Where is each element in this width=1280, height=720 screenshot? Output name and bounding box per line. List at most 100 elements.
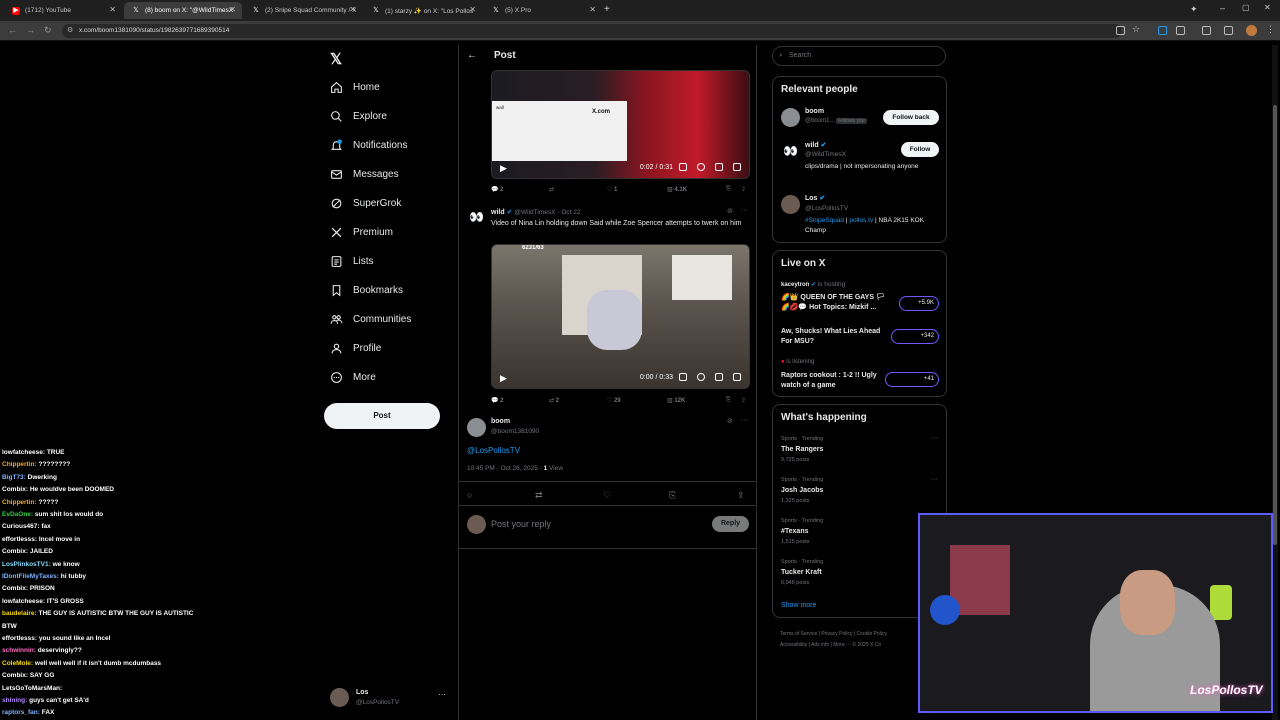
reply-icon[interactable]: ○ [467,490,472,500]
views-button[interactable]: ▥ 4.1K [667,186,687,193]
scrollbar-thumb[interactable] [1273,105,1277,545]
volume-icon[interactable] [679,163,687,171]
extension-icon[interactable] [1158,26,1167,35]
browser-tab[interactable]: 𝕏 (2) Snipe Squad Community / X ✕ [244,2,362,19]
close-icon[interactable]: ✕ [349,5,356,14]
hashtag-link[interactable]: #SnipeSquad [805,217,844,224]
site-info-icon[interactable]: ⚙ [67,24,73,38]
nav-item-explore[interactable]: Explore [330,106,387,126]
website-link[interactable]: pollos.tv [849,217,873,224]
nav-item-home[interactable]: Home [330,77,380,97]
bookmark-icon[interactable]: ⎘ [726,186,731,193]
grok-icon[interactable]: ⊘ [727,417,733,425]
nav-item-notifications[interactable]: Notifications [330,135,407,155]
chat-username[interactable]: IDontFileMyTaxes [2,573,57,580]
back-arrow-icon[interactable]: ← [8,25,17,35]
footer-link[interactable]: More ··· [833,642,851,648]
chat-username[interactable]: Curious467 [2,523,37,530]
video-player[interactable]: wall X.com ▶ 0:02 / 0:31 [491,70,750,179]
share-icon[interactable]: ⇪ [741,186,746,193]
person-name-row[interactable]: Los ✔ [805,194,825,202]
reply-author-name[interactable]: boom [491,418,510,425]
chat-username[interactable]: BigT73 [2,474,24,481]
chat-username[interactable]: schwinnin [2,647,34,654]
reply-button[interactable]: Reply [712,516,749,532]
chat-username[interactable]: Combix [2,672,26,679]
more-dots-icon[interactable]: ··· [741,207,748,214]
follow-button[interactable]: Follow [901,142,939,157]
pip-icon[interactable] [715,373,723,381]
video-player[interactable]: 6231/63 ▶ 0:00 / 0:33 [491,244,750,389]
settings-icon[interactable] [697,373,705,381]
footer-link[interactable]: Accessibility [780,642,807,648]
chat-username[interactable]: effortlesss [2,536,35,543]
forward-arrow-icon[interactable]: → [26,25,35,35]
chat-username[interactable]: shining [2,697,25,704]
chat-username[interactable]: ColeMole [2,660,31,667]
chat-username[interactable]: lowfatcheese [2,598,43,605]
sidepanel-icon[interactable] [1202,26,1211,35]
more-dots-icon[interactable]: ··· [931,435,938,442]
chat-username[interactable]: LosPlinkosTV1 [2,561,49,568]
window-close-button[interactable]: ✕ [1264,3,1271,12]
reply-composer-input[interactable]: Post your reply [491,519,551,529]
live-space-title[interactable]: 🌈👑 QUEEN OF THE GAYS 🏳 🌈💋💬 Hot Topics: M… [781,293,889,313]
bookmark-icon[interactable]: ⎘ [669,490,676,501]
star-icon[interactable]: ☆ [1132,24,1140,35]
cast-icon[interactable] [1116,26,1125,35]
settings-icon[interactable] [697,163,705,171]
chat-username[interactable]: Chippertin [2,461,35,468]
chat-username[interactable]: Combix [2,585,26,592]
footer-link[interactable]: Privacy Policy [821,631,852,637]
chat-username[interactable]: Combix [2,548,26,555]
quoted-author-name[interactable]: wild [491,209,505,216]
footer-link[interactable]: Terms of Service [780,631,817,637]
chat-username[interactable]: effortlesss [2,635,35,642]
nav-item-messages[interactable]: Messages [330,164,399,184]
reply-button[interactable]: 💬 2 [491,397,503,404]
avatar[interactable]: 👀 [781,142,800,161]
avatar[interactable] [781,108,800,127]
live-host[interactable]: kaceytron [781,282,809,288]
chat-username[interactable]: LetsGoToMarsMan [2,685,60,692]
live-space-title[interactable]: Raptors cookout : 1-2 !! Ugly watch of a… [781,371,889,391]
more-dots-icon[interactable]: ··· [741,417,748,424]
maximize-button[interactable]: ▢ [1242,3,1250,12]
share-icon[interactable]: ⇪ [737,490,745,501]
repost-icon[interactable]: ⇄ [549,186,554,193]
fullscreen-icon[interactable] [733,373,741,381]
nav-item-premium[interactable]: Premium [330,222,393,242]
nav-item-more[interactable]: More [330,367,376,387]
search-input[interactable]: ⌕ Search [772,46,946,66]
person-name[interactable]: boom [805,108,824,115]
footer-link[interactable]: Cookie Policy [857,631,887,637]
x-logo-icon[interactable]: 𝕏 [330,50,342,68]
play-icon[interactable]: ▶ [500,163,507,174]
minimize-button[interactable]: – [1220,3,1225,13]
close-icon[interactable]: ✕ [109,5,116,14]
download-icon[interactable] [1224,26,1233,35]
avatar[interactable] [467,418,486,437]
browser-tab[interactable]: 𝕏 (5) X Pro ✕ [484,2,602,19]
avatar[interactable] [781,195,800,214]
pip-icon[interactable] [715,163,723,171]
close-icon[interactable]: ✕ [469,5,476,14]
repost-icon[interactable]: ⇄ [535,490,543,501]
live-listener-count[interactable]: +5.9K [899,296,939,311]
close-icon[interactable]: ✕ [229,5,236,14]
repost-button[interactable]: ⇄ 2 [549,397,559,404]
views-button[interactable]: ▥ 12K [667,397,685,404]
show-more-link[interactable]: Show more [781,602,816,609]
nav-item-supergrok[interactable]: SuperGrok [330,193,401,213]
more-dots-icon[interactable]: ··· [931,476,938,483]
chat-username[interactable]: Chippertin [2,499,35,506]
browser-tab[interactable]: 𝕏 (1) starzy ✨ on X: "Los Pollos ✕ [364,2,482,19]
nav-item-lists[interactable]: Lists [330,251,374,271]
chat-username[interactable]: raptors_fan [2,709,38,716]
avatar[interactable]: 👀 [467,208,486,227]
extensions-puzzle-icon[interactable] [1176,26,1185,35]
chat-username[interactable]: baudelaire [2,610,35,617]
volume-icon[interactable] [679,373,687,381]
browser-tab[interactable]: ▶ (1712) YouTube ✕ [4,2,122,19]
footer-link[interactable]: Ads info [811,642,829,648]
